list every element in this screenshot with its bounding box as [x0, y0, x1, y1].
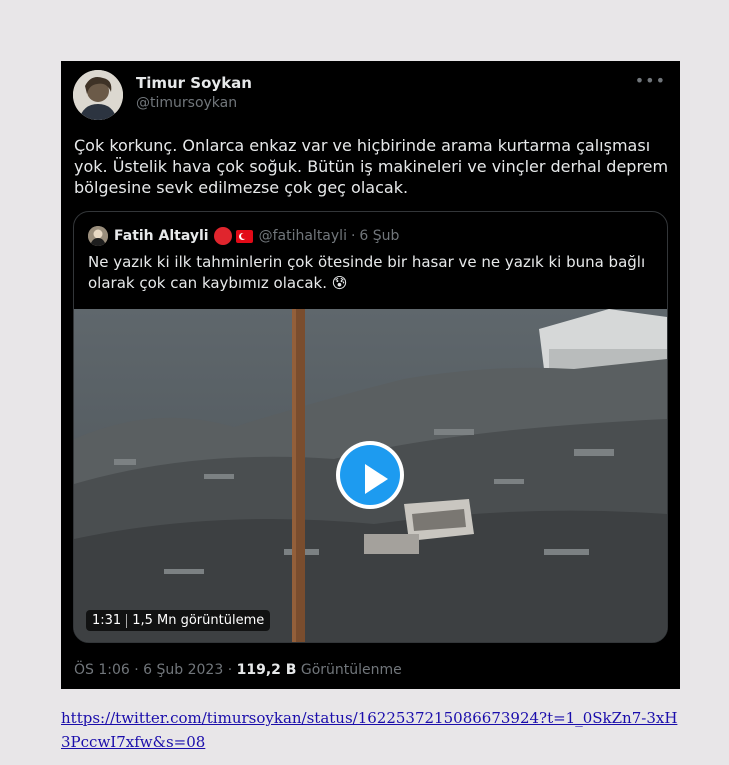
tweet-text: Çok korkunç. Onlarca enkaz var ve hiçbir…	[74, 136, 669, 197]
quoted-tweet[interactable]: Fatih Altayli @fatihaltayli · 6 Şub Ne y…	[73, 211, 668, 643]
tweet-date[interactable]: 6 Şub 2023	[143, 662, 223, 678]
author-name[interactable]: Timur Soykan	[136, 74, 252, 92]
tweet-time[interactable]: ÖS 1:06	[74, 662, 130, 678]
quoted-author-name[interactable]: Fatih Altayli	[114, 228, 209, 244]
red-circle-icon	[213, 227, 232, 245]
author-handle[interactable]: @timursoykan	[136, 95, 237, 111]
quoted-date: 6 Şub	[359, 228, 400, 244]
quoted-tweet-header: Fatih Altayli @fatihaltayli · 6 Şub	[88, 226, 399, 246]
views-count: 119,2 B	[236, 662, 297, 678]
play-button[interactable]	[336, 441, 404, 509]
source-link[interactable]: https://twitter.com/timursoykan/status/1…	[61, 706, 686, 754]
more-horizontal-icon[interactable]: •••	[635, 71, 666, 90]
quoted-author-avatar[interactable]	[88, 226, 108, 246]
video-duration: 1:31	[92, 613, 122, 628]
quoted-tweet-text: Ne yazık ki ilk tahminlerin çok ötesinde…	[88, 253, 646, 292]
tweet-meta: ÖS 1:06 · 6 Şub 2023 · 119,2 B Görüntüle…	[74, 662, 402, 678]
stats-divider	[126, 613, 128, 628]
quoted-author-handle: @fatihaltayli	[258, 228, 347, 244]
play-icon	[340, 445, 400, 505]
video-player[interactable]: 1:31 1,5 Mn görüntüleme	[74, 309, 667, 642]
quoted-separator: ·	[350, 228, 356, 244]
video-stats: 1:31 1,5 Mn görüntüleme	[86, 610, 271, 631]
meta-separator: ·	[227, 662, 233, 678]
meta-separator: ·	[134, 662, 139, 678]
video-views: 1,5 Mn görüntüleme	[132, 613, 265, 628]
turkey-flag-icon	[235, 229, 253, 243]
author-avatar[interactable]	[73, 70, 123, 120]
views-label: Görüntülenme	[300, 662, 402, 678]
tweet-card: Timur Soykan @timursoykan ••• Çok korkun…	[61, 61, 680, 689]
